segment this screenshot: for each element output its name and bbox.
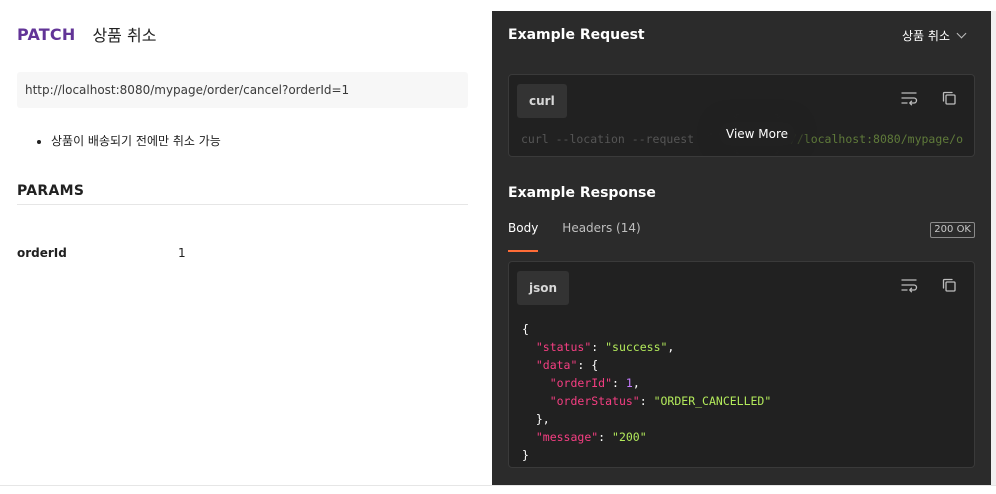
request-title-row: PATCH 상품 취소 bbox=[17, 22, 156, 46]
param-row: orderId 1 bbox=[17, 246, 468, 264]
request-name: 상품 취소 bbox=[92, 26, 157, 45]
json-string: "ORDER_CANCELLED" bbox=[653, 394, 772, 408]
json-key: "message" bbox=[535, 430, 599, 444]
response-code-card: json { "status": "success", "data": { "o… bbox=[508, 261, 975, 468]
json-key: "orderId" bbox=[549, 376, 613, 390]
json-string: "200" bbox=[612, 430, 647, 444]
documentation-pane: PATCH 상품 취소 http://localhost:8080/mypage… bbox=[0, 0, 490, 494]
params-divider bbox=[17, 204, 468, 205]
wrap-lines-icon[interactable] bbox=[900, 89, 918, 107]
request-code-end: p://localhost:8080/mypage/o bbox=[776, 132, 964, 146]
tab-body[interactable]: Body bbox=[508, 221, 539, 252]
request-language-badge[interactable]: curl bbox=[517, 84, 567, 118]
wrap-lines-icon[interactable] bbox=[900, 276, 918, 294]
request-code-card: curl curl --location --request p://localh… bbox=[508, 74, 975, 157]
tab-headers[interactable]: Headers (14) bbox=[562, 221, 640, 245]
chevron-down-icon bbox=[956, 28, 967, 39]
response-tabs: Body Headers (14) bbox=[508, 221, 641, 252]
response-language-badge[interactable]: json bbox=[517, 271, 570, 305]
status-badge: 200 OK bbox=[930, 222, 975, 238]
bottom-divider bbox=[0, 485, 996, 486]
view-more-button[interactable]: View More bbox=[719, 122, 796, 146]
json-key: "orderStatus" bbox=[549, 394, 640, 408]
json-key: "data" bbox=[535, 358, 578, 372]
http-method: PATCH bbox=[17, 24, 76, 44]
example-selector-label: 상품 취소 bbox=[902, 29, 950, 43]
examples-pane: Example Request 상품 취소 curl curl --locati… bbox=[492, 11, 991, 485]
copy-icon[interactable] bbox=[940, 89, 958, 107]
copy-icon[interactable] bbox=[940, 276, 958, 294]
example-selector[interactable]: 상품 취소 bbox=[902, 27, 967, 44]
json-number: 1 bbox=[625, 376, 633, 390]
param-key: orderId bbox=[17, 246, 67, 260]
example-request-heading: Example Request bbox=[508, 27, 645, 43]
response-json-body: { "status": "success", "data": { "orderI… bbox=[522, 322, 772, 462]
json-brace: } bbox=[522, 448, 529, 462]
json-brace: { bbox=[522, 322, 529, 336]
param-value: 1 bbox=[178, 246, 186, 260]
request-description: 상품이 배송되기 전에만 취소 가능 bbox=[17, 132, 221, 150]
json-string: "success" bbox=[605, 340, 668, 354]
json-key: "status" bbox=[535, 340, 592, 354]
description-item: 상품이 배송되기 전에만 취소 가능 bbox=[51, 132, 221, 150]
params-heading: PARAMS bbox=[17, 183, 85, 199]
request-code-start: curl --location --request bbox=[521, 132, 695, 146]
example-response-heading: Example Response bbox=[508, 185, 656, 201]
request-url[interactable]: http://localhost:8080/mypage/order/cance… bbox=[17, 72, 468, 108]
scrollbar-track[interactable] bbox=[991, 11, 996, 485]
